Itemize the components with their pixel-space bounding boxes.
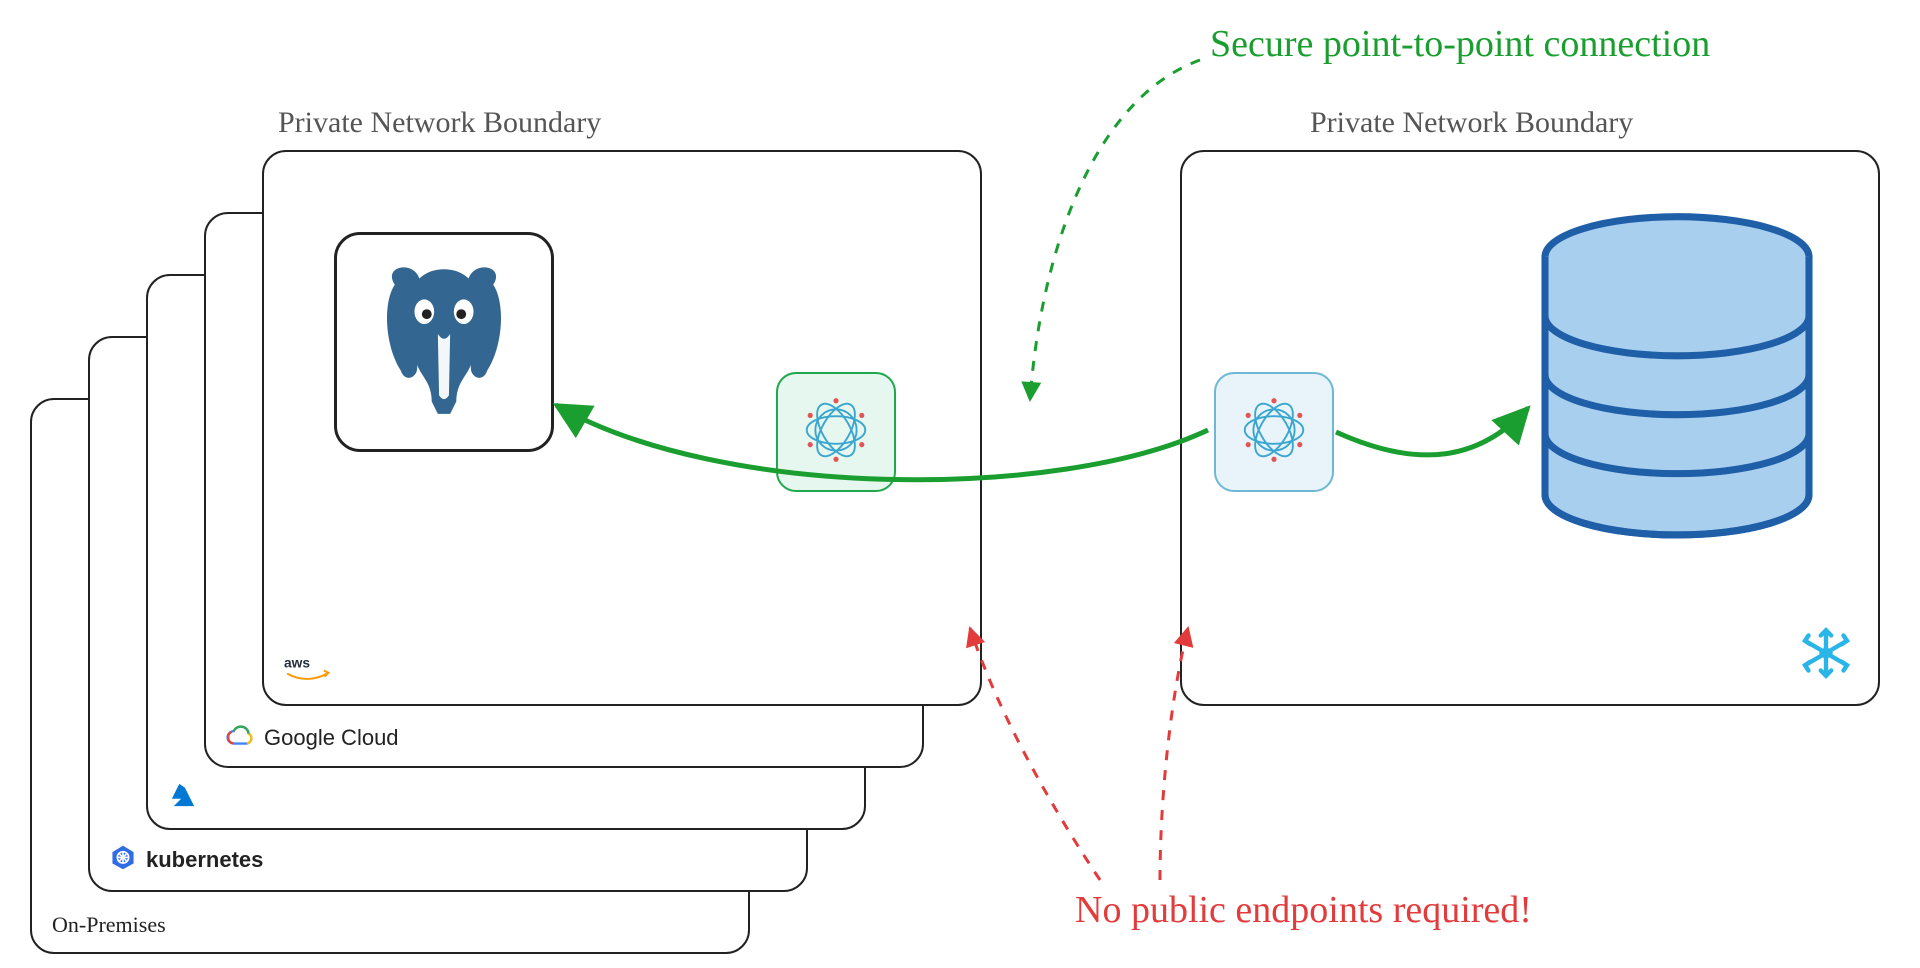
stack-label-azure	[168, 782, 208, 814]
aws-icon: aws	[284, 654, 330, 690]
kubernetes-icon	[110, 844, 136, 876]
azure-icon	[168, 782, 198, 814]
diagram-canvas: Secure point-to-point connection No publ…	[0, 0, 1920, 968]
connector-node-right	[1214, 372, 1334, 492]
stack-card-aws: aws	[262, 150, 982, 706]
svg-text:aws: aws	[284, 655, 310, 670]
annotation-no-public: No public endpoints required!	[1075, 888, 1532, 932]
stack-label-onprem: On-Premises	[52, 912, 166, 938]
stack-label-aws: aws	[284, 654, 330, 690]
stack-label-k8s: kubernetes	[110, 844, 263, 876]
annotation-arrow-secure	[1030, 60, 1200, 400]
annotation-arrow-red-left	[970, 628, 1100, 880]
left-boundary-label: Private Network Boundary	[278, 106, 601, 140]
postgres-elephant-icon	[369, 260, 519, 425]
mesh-connector-icon	[793, 387, 879, 478]
mesh-connector-icon	[1231, 387, 1317, 478]
gcp-icon	[226, 724, 254, 752]
postgres-card	[334, 232, 554, 452]
snowflake-icon	[1798, 625, 1854, 686]
right-boundary-label: Private Network Boundary	[1310, 106, 1633, 140]
right-boundary-card	[1180, 150, 1880, 706]
gcp-text: Google Cloud	[264, 725, 399, 751]
database-cylinder-icon	[1532, 212, 1822, 547]
stack-label-gcp: Google Cloud	[226, 724, 399, 752]
annotation-secure: Secure point-to-point connection	[1210, 22, 1710, 66]
onprem-text: On-Premises	[52, 912, 166, 938]
k8s-text: kubernetes	[146, 847, 263, 873]
connector-node-left	[776, 372, 896, 492]
